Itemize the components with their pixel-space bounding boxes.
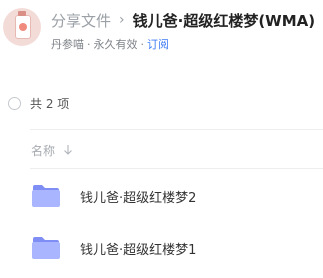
- list-item[interactable]: 钱儿爸·超级红楼梦2: [0, 173, 323, 219]
- column-header-label: 名称: [31, 143, 56, 158]
- folder-icon: [32, 237, 60, 259]
- chevron-right-icon: ›: [119, 12, 125, 28]
- list-item[interactable]: 钱儿爸·超级红楼梦1: [0, 225, 323, 271]
- share-meta: 丹参喵 · 永久有效 · 订阅: [51, 36, 169, 52]
- share-header: 分享文件 › 钱儿爸·超级红楼梦(WMA) 丹参喵 · 永久有效 · 订阅: [0, 0, 323, 60]
- breadcrumb-share-files[interactable]: 分享文件: [51, 10, 111, 31]
- select-all-checkbox[interactable]: [8, 96, 21, 110]
- folder-icon: [32, 185, 60, 207]
- divider: [30, 129, 323, 130]
- page-title: 钱儿爸·超级红楼梦(WMA): [132, 11, 316, 30]
- item-count: 共 2 项: [30, 96, 70, 111]
- avatar[interactable]: [3, 8, 41, 46]
- meta-dot: ·: [140, 37, 145, 51]
- meta-dot: ·: [87, 37, 91, 51]
- file-name[interactable]: 钱儿爸·超级红楼梦1: [80, 239, 196, 258]
- jar-icon: [15, 11, 31, 39]
- file-name[interactable]: 钱儿爸·超级红楼梦2: [80, 187, 196, 206]
- validity-label: 永久有效: [93, 38, 138, 51]
- divider: [30, 168, 323, 169]
- author-name[interactable]: 丹参喵: [51, 36, 84, 52]
- subscribe-link[interactable]: 订阅: [147, 36, 169, 52]
- column-header-name[interactable]: 名称: [31, 140, 73, 160]
- select-all-row: 共 2 项: [0, 90, 323, 116]
- title-line: 分享文件 › 钱儿爸·超级红楼梦(WMA): [51, 9, 315, 31]
- sort-down-arrow-icon: [64, 145, 72, 155]
